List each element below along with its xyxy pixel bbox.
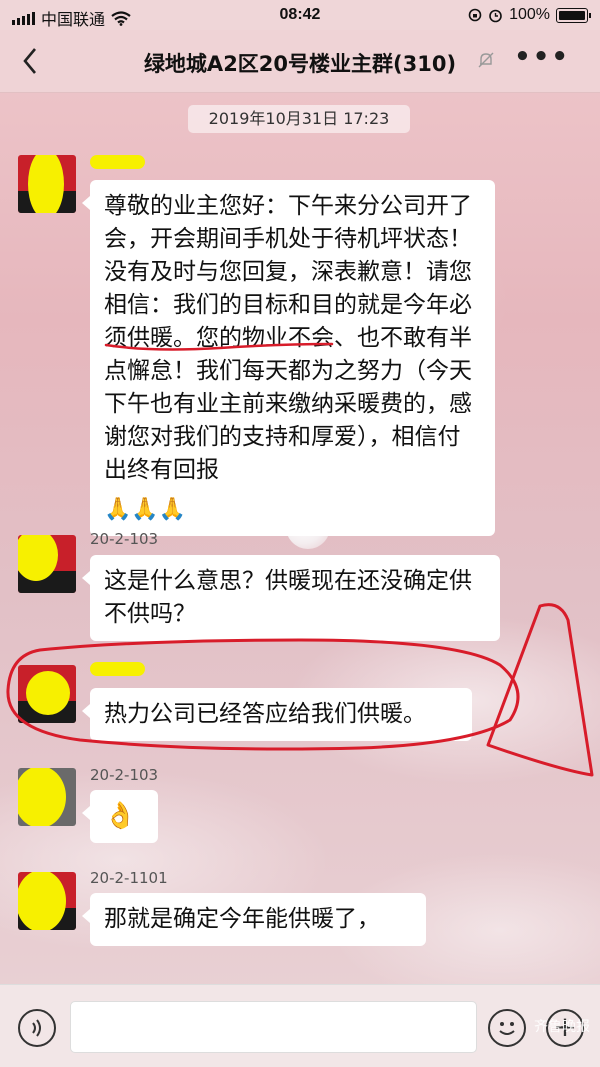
- message-text: 尊敬的业主您好：下午来分公司开了会，开会期间手机处于待机坪状态！没有及时与您回复…: [104, 193, 472, 483]
- sender-name-redacted: [90, 155, 145, 169]
- bell-off-icon: [478, 52, 494, 68]
- chat-title: 绿地城A2区20号楼业主群(310): [143, 52, 457, 76]
- message-bubble[interactable]: 这是什么意思？供暖现在还没确定供不供吗？: [82, 555, 500, 641]
- message-bubble[interactable]: 那就是确定今年能供暖了，: [82, 893, 426, 946]
- rotation-lock-icon: [468, 8, 482, 22]
- sender-name: 20-2-1101: [90, 869, 168, 887]
- message-bubble[interactable]: 热力公司已经答应给我们供暖。: [82, 688, 472, 741]
- message-bubble[interactable]: 尊敬的业主您好：下午来分公司开了会，开会期间手机处于待机坪状态！没有及时与您回复…: [82, 180, 495, 536]
- status-bar: 中国联通 08:42 100%: [0, 0, 600, 30]
- message-text: 这是什么意思？供暖现在还没确定供不供吗？: [104, 568, 472, 627]
- more-dots-icon[interactable]: •••: [514, 42, 570, 72]
- voice-icon[interactable]: [18, 1009, 56, 1047]
- pray-emoji: 🙏🙏🙏: [104, 497, 187, 522]
- avatar[interactable]: [18, 768, 76, 826]
- message-text: 热力公司已经答应给我们供暖。: [104, 701, 426, 727]
- message-text: 那就是确定今年能供暖了，: [104, 906, 380, 932]
- smiley-icon[interactable]: [488, 1009, 526, 1047]
- avatar[interactable]: [18, 872, 76, 930]
- avatar[interactable]: [18, 535, 76, 593]
- message-input[interactable]: [70, 1001, 477, 1053]
- battery-percent: 100%: [509, 6, 550, 23]
- message-timestamp: 2019年10月31日 17:23: [188, 105, 410, 133]
- navigation-bar: 绿地城A2区20号楼业主群(310) •••: [0, 30, 600, 93]
- avatar[interactable]: [18, 155, 76, 213]
- sender-name-redacted: [90, 662, 145, 676]
- input-bar: +: [0, 984, 600, 1067]
- alarm-icon: [489, 9, 502, 22]
- sender-name: 20-2-103: [90, 530, 159, 548]
- sender-name: 20-2-103: [90, 766, 159, 784]
- battery-icon: [556, 7, 591, 23]
- watermark-logo: 齐鲁晚报: [534, 1018, 590, 1034]
- message-bubble[interactable]: 👌: [82, 790, 158, 843]
- avatar[interactable]: [18, 665, 76, 723]
- ok-hand-emoji: 👌: [104, 801, 137, 831]
